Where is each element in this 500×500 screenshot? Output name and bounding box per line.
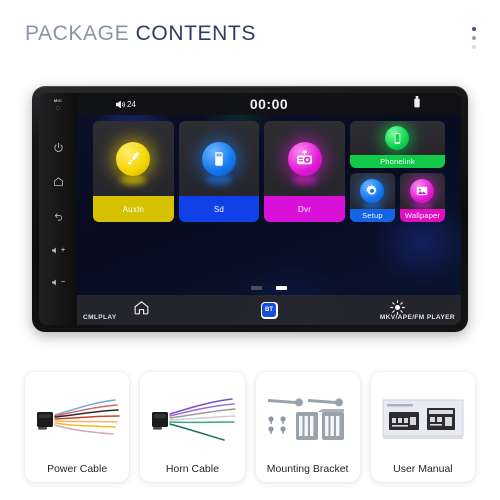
aux-plug-icon (116, 141, 151, 176)
page-title: PACKAGE CONTENTS (25, 22, 256, 46)
volume-indicator: 24 (115, 99, 136, 110)
sd-card-icon (201, 141, 236, 176)
package-label-power-cable: Power Cable (47, 463, 108, 475)
home-button[interactable] (53, 176, 64, 187)
page-root: PACKAGE CONTENTS MIC + − 24 00:00 AuxIn … (0, 0, 500, 500)
three-dots-vertical-icon[interactable] (472, 27, 476, 49)
page-dot-1[interactable] (251, 286, 262, 290)
usb-drive-icon (413, 95, 421, 113)
app-tile-dvr[interactable]: Dvr (264, 121, 345, 222)
app-label-sd: Sd (178, 196, 260, 222)
device-side-button-panel: MIC + − (39, 93, 77, 325)
app-tile-auxin[interactable]: AuxIn (93, 121, 174, 222)
package-card-mounting-bracket[interactable]: Mounting Bracket (255, 372, 360, 482)
mounting-bracket-icon (256, 379, 360, 456)
speaker-icon (115, 100, 126, 108)
app-tile-setup[interactable]: Setup (349, 173, 395, 222)
app-label-phonelink: Phonelink (349, 155, 446, 168)
page-dot-2-active[interactable] (276, 286, 287, 290)
volume-up-button[interactable]: + (51, 246, 65, 255)
app-art-sd (179, 121, 260, 196)
app-label-setup: Setup (349, 209, 395, 222)
page-title-part1: PACKAGE (25, 22, 136, 45)
dot-2 (472, 36, 476, 40)
app-tile-wallpaper[interactable]: Wallpaper (399, 173, 446, 222)
app-art-phonelink (350, 121, 445, 155)
app-tile-sd[interactable]: Sd (178, 121, 260, 222)
package-card-horn-cable[interactable]: Horn Cable (140, 372, 245, 482)
package-label-mounting-bracket: Mounting Bracket (266, 463, 349, 475)
app-tile-phonelink[interactable]: Phonelink (349, 121, 446, 168)
user-manual-icon (371, 379, 475, 456)
page-title-part2: CONTENTS (135, 22, 256, 45)
device-screen: 24 00:00 AuxIn Sd Dvr Phonelink Setup Wa… (77, 93, 461, 325)
brand-right-label: MKV/APE/FM PLAYER (379, 313, 455, 321)
brand-left-label: CMLPLAY (83, 313, 117, 321)
gear-icon (360, 179, 385, 203)
page-header: PACKAGE CONTENTS (25, 22, 256, 46)
mic-label: MIC (53, 98, 63, 103)
app-label-auxin: AuxIn (93, 196, 174, 222)
package-label-user-manual: User Manual (393, 463, 453, 475)
car-stereo-device: MIC + − 24 00:00 AuxIn Sd Dvr Phonelink … (32, 86, 468, 332)
volume-up-sign: + (60, 246, 66, 254)
app-art-auxin (93, 121, 174, 196)
status-bar: 24 00:00 (77, 93, 461, 115)
device-inner-bezel: MIC + − 24 00:00 AuxIn Sd Dvr Phonelink … (39, 93, 461, 325)
smartphone-icon (385, 126, 410, 150)
package-label-horn-cable: Horn Cable (165, 463, 219, 475)
app-art-dvr (264, 121, 345, 196)
volume-level: 24 (127, 99, 136, 109)
app-label-wallpaper: Wallpaper (399, 209, 446, 222)
side-button-list: + − (39, 110, 77, 325)
app-grid: AuxIn Sd Dvr Phonelink Setup Wallpaper (93, 121, 446, 222)
package-card-user-manual[interactable]: User Manual (370, 372, 475, 482)
power-button[interactable] (53, 142, 64, 153)
app-column-right: Phonelink Setup Wallpaper (349, 121, 446, 222)
dot-3 (472, 45, 476, 49)
power-cable-harness-icon (25, 379, 129, 456)
back-button[interactable] (53, 211, 64, 222)
dashcam-icon (287, 141, 322, 176)
app-row-small: Setup Wallpaper (349, 173, 446, 222)
page-indicator (77, 286, 461, 290)
volume-down-button[interactable]: − (51, 278, 65, 287)
app-art-wallpaper (400, 173, 445, 209)
dot-1 (472, 27, 476, 31)
volume-down-sign: − (60, 279, 66, 287)
package-contents-cards: Power Cable Horn Cable Mounting Bracket … (25, 372, 475, 482)
package-card-power-cable[interactable]: Power Cable (25, 372, 130, 482)
image-icon (410, 179, 435, 203)
app-art-setup (350, 173, 395, 209)
device-brand-row: CMLPLAY MKV/APE/FM PLAYER (39, 309, 461, 325)
app-label-dvr: Dvr (264, 196, 345, 222)
app-grid-area: AuxIn Sd Dvr Phonelink Setup Wallpaper (77, 115, 461, 295)
speaker-wire-harness-icon (140, 379, 244, 456)
